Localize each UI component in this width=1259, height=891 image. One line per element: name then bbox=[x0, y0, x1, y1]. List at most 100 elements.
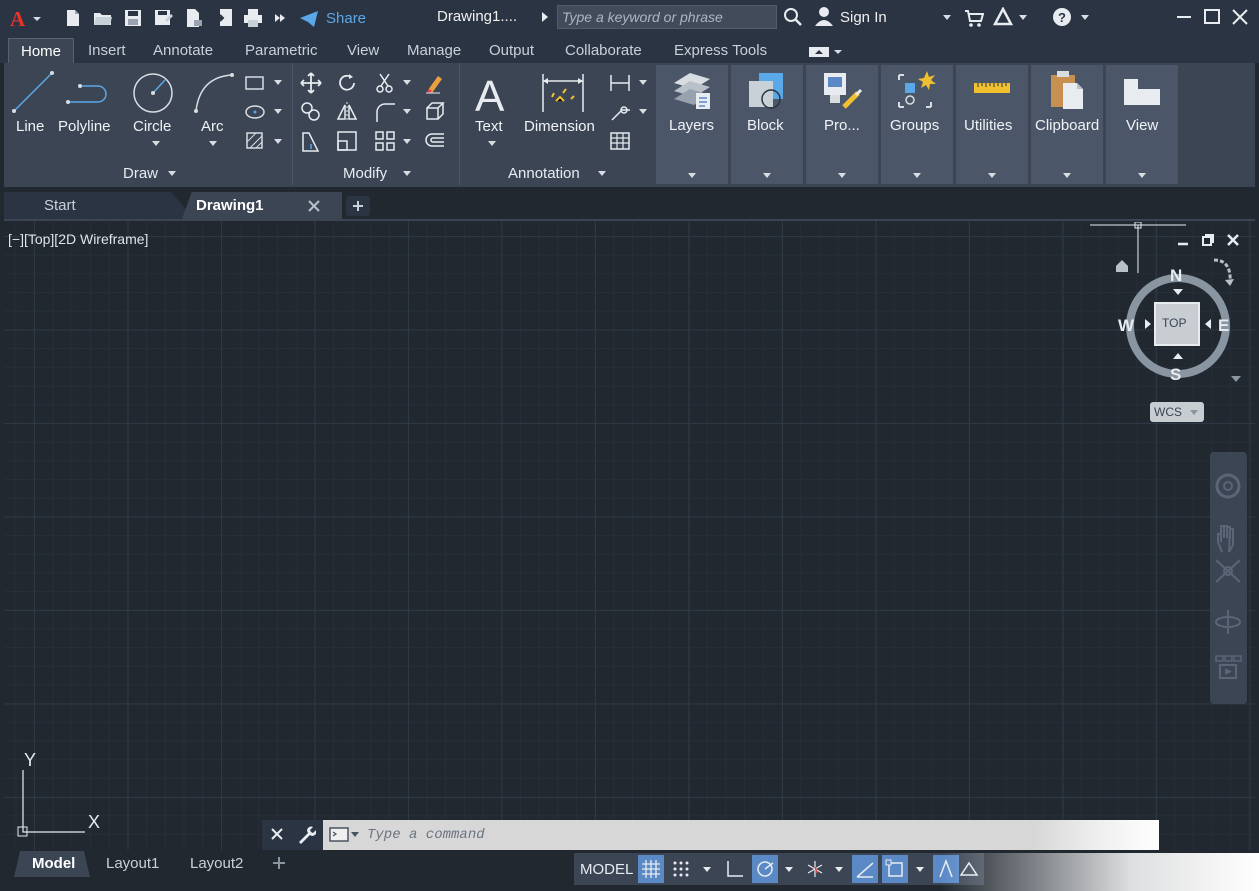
view-dropdown-icon[interactable] bbox=[1138, 173, 1146, 179]
text-button[interactable]: Text bbox=[475, 118, 503, 135]
drawing-viewport[interactable] bbox=[4, 219, 1255, 889]
publish-icon[interactable] bbox=[184, 8, 204, 28]
array-dropdown-icon[interactable] bbox=[403, 139, 411, 145]
rectangle-icon[interactable] bbox=[244, 72, 266, 94]
a360-dropdown-icon[interactable] bbox=[1018, 14, 1028, 22]
text-dropdown-icon[interactable] bbox=[488, 141, 496, 147]
utilities-tile[interactable]: Utilities bbox=[956, 65, 1028, 184]
tab-layout1[interactable]: Layout1 bbox=[106, 855, 159, 872]
arc-icon[interactable] bbox=[192, 71, 236, 115]
modify-panel-dropdown-icon[interactable] bbox=[403, 171, 411, 177]
sign-in-button[interactable]: Sign In bbox=[840, 9, 887, 26]
minimize-icon[interactable] bbox=[1172, 6, 1196, 28]
explode-icon[interactable] bbox=[424, 101, 446, 123]
tab-annotate[interactable]: Annotate bbox=[153, 42, 213, 59]
circle-icon[interactable] bbox=[131, 71, 175, 115]
tab-parametric[interactable]: Parametric bbox=[245, 42, 318, 59]
customize-wrench-icon[interactable] bbox=[296, 825, 316, 845]
tab-manage[interactable]: Manage bbox=[407, 42, 461, 59]
cube-arrow-up-icon[interactable] bbox=[1172, 288, 1184, 296]
command-history-icon[interactable] bbox=[329, 827, 361, 843]
dimension-icon[interactable] bbox=[540, 71, 586, 115]
offset-icon[interactable] bbox=[424, 130, 446, 152]
view-tile[interactable]: View bbox=[1106, 65, 1178, 184]
rotate-icon[interactable] bbox=[336, 72, 358, 94]
model-space-button[interactable]: MODEL bbox=[580, 861, 633, 878]
cube-top-face[interactable]: TOP bbox=[1154, 302, 1200, 346]
erase-icon[interactable] bbox=[424, 72, 446, 94]
close-window-icon[interactable] bbox=[1228, 6, 1252, 28]
command-input[interactable] bbox=[367, 820, 1147, 850]
annotation-panel-dropdown-icon[interactable] bbox=[598, 171, 606, 177]
title-arrow-icon[interactable] bbox=[540, 10, 550, 24]
compass-east[interactable]: E bbox=[1218, 316, 1229, 336]
draw-panel-dropdown-icon[interactable] bbox=[168, 171, 176, 177]
move-icon[interactable] bbox=[300, 72, 322, 94]
layers-tile[interactable]: Layers bbox=[656, 65, 728, 184]
layers-dropdown-icon[interactable] bbox=[688, 173, 696, 179]
draw-panel-title[interactable]: Draw bbox=[123, 165, 158, 182]
copy-icon[interactable] bbox=[300, 101, 322, 123]
polar-toggle[interactable] bbox=[752, 855, 778, 883]
tab-model[interactable]: Model bbox=[14, 851, 90, 877]
new-file-icon[interactable] bbox=[63, 8, 83, 28]
dimension-button[interactable]: Dimension bbox=[524, 118, 595, 135]
polyline-button[interactable]: Polyline bbox=[58, 118, 111, 135]
export-icon[interactable] bbox=[214, 8, 234, 28]
fillet-dropdown-icon[interactable] bbox=[403, 109, 411, 115]
tab-output[interactable]: Output bbox=[489, 42, 534, 59]
polyline-icon[interactable] bbox=[64, 75, 110, 109]
object-snap-dropdown-icon[interactable] bbox=[915, 866, 925, 873]
search-field[interactable] bbox=[557, 5, 777, 29]
compass-west[interactable]: W bbox=[1118, 316, 1134, 336]
circle-dropdown-icon[interactable] bbox=[152, 141, 160, 147]
trim-icon[interactable] bbox=[374, 72, 396, 94]
properties-dropdown-icon[interactable] bbox=[838, 173, 846, 179]
object-snap-toggle[interactable] bbox=[882, 855, 908, 883]
groups-tile[interactable]: Groups bbox=[881, 65, 953, 184]
ellipse-icon[interactable] bbox=[244, 101, 266, 123]
help-dropdown-icon[interactable] bbox=[1080, 14, 1090, 22]
compass-north[interactable]: N bbox=[1170, 266, 1182, 286]
arc-button[interactable]: Arc bbox=[201, 118, 224, 135]
polar-dropdown-icon[interactable] bbox=[784, 866, 794, 873]
command-line[interactable] bbox=[323, 820, 1159, 850]
leader-icon[interactable] bbox=[609, 101, 631, 123]
wcs-dropdown[interactable]: WCS bbox=[1150, 402, 1204, 422]
orbit-icon[interactable] bbox=[1214, 608, 1242, 636]
close-tab-icon[interactable] bbox=[307, 199, 321, 213]
viewport-close-icon[interactable] bbox=[1226, 233, 1240, 247]
clipboard-dropdown-icon[interactable] bbox=[1063, 173, 1071, 179]
compass-south[interactable]: S bbox=[1170, 365, 1181, 385]
isodraft-toggle[interactable] bbox=[802, 855, 828, 883]
close-command-line-icon[interactable] bbox=[270, 827, 284, 841]
more-tools-icon[interactable] bbox=[273, 8, 287, 28]
ellipse-dropdown-icon[interactable] bbox=[274, 109, 282, 115]
array-icon[interactable] bbox=[374, 130, 396, 152]
circle-button[interactable]: Circle bbox=[133, 118, 171, 135]
cube-arrow-down-icon[interactable] bbox=[1172, 352, 1184, 360]
isodraft-dropdown-icon[interactable] bbox=[834, 866, 844, 873]
tab-view[interactable]: View bbox=[347, 42, 379, 59]
tab-insert[interactable]: Insert bbox=[88, 42, 126, 59]
scale-icon[interactable] bbox=[336, 130, 358, 152]
save-as-icon[interactable] bbox=[153, 8, 173, 28]
steering-wheel-icon[interactable] bbox=[1214, 472, 1242, 500]
tab-start[interactable]: Start bbox=[4, 192, 194, 219]
object-snap-tracking-toggle[interactable] bbox=[852, 855, 878, 883]
pan-hand-icon[interactable] bbox=[1214, 524, 1242, 554]
fillet-icon[interactable] bbox=[374, 101, 396, 123]
cube-arrow-right-icon[interactable] bbox=[1204, 318, 1212, 330]
trim-dropdown-icon[interactable] bbox=[403, 80, 411, 86]
text-icon[interactable]: A bbox=[470, 71, 514, 115]
open-folder-icon[interactable] bbox=[93, 8, 113, 28]
snap-toggle[interactable] bbox=[668, 855, 694, 883]
ortho-toggle[interactable] bbox=[722, 855, 748, 883]
tab-drawing1[interactable]: Drawing1 bbox=[182, 192, 342, 219]
line-icon[interactable] bbox=[11, 70, 55, 114]
grid-toggle[interactable] bbox=[638, 855, 664, 883]
arc-dropdown-icon[interactable] bbox=[209, 141, 217, 147]
share-button[interactable]: Share bbox=[326, 10, 366, 27]
annotation-panel-title[interactable]: Annotation bbox=[508, 165, 580, 182]
viewcube[interactable]: N S E W TOP WCS bbox=[1110, 252, 1250, 427]
